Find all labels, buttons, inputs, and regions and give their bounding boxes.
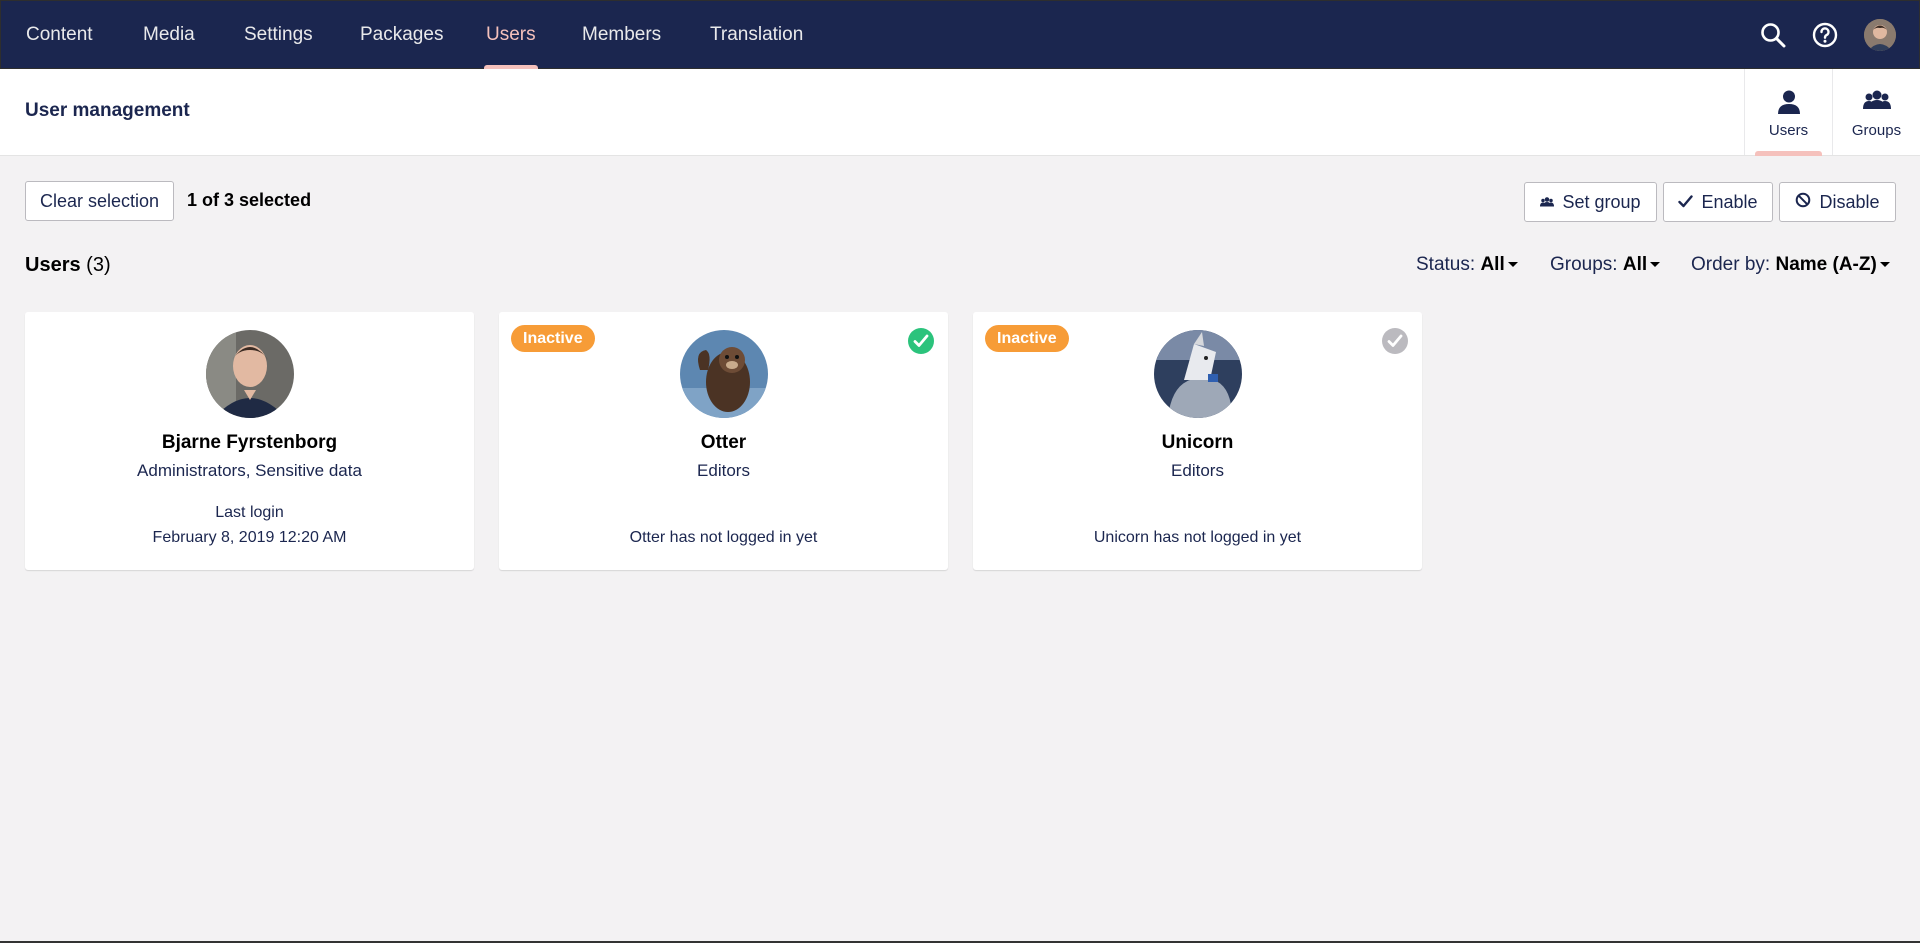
order-by-filter[interactable]: Order by: Name (A-Z) <box>1691 254 1890 276</box>
status-filter-value: All <box>1480 254 1505 275</box>
user-groups: Administrators, Sensitive data <box>137 461 362 480</box>
user-card[interactable]: Inactive Unicorn Editors Unicorn has not… <box>973 312 1422 570</box>
subnav-groups-label: Groups <box>1851 122 1902 139</box>
groups-filter-value: All <box>1622 254 1648 275</box>
user-avatar <box>680 330 768 418</box>
user-icon <box>1745 89 1832 115</box>
disable-button[interactable]: Disable <box>1779 182 1896 222</box>
nav-item-members[interactable]: Members <box>582 1 661 70</box>
user-name: Bjarne Fyrstenborg <box>161 432 338 453</box>
unselected-check-icon[interactable] <box>1382 328 1408 354</box>
page-title: User management <box>25 100 190 121</box>
user-groups: Editors <box>697 461 750 480</box>
set-group-icon <box>1540 192 1555 213</box>
user-avatar <box>206 330 294 418</box>
nav-item-media[interactable]: Media <box>143 1 195 70</box>
user-card[interactable]: Bjarne Fyrstenborg Administrators, Sensi… <box>25 312 474 570</box>
user-name: Otter <box>700 432 747 453</box>
status-filter-label: Status: <box>1416 254 1476 275</box>
users-count: (3) <box>86 254 111 276</box>
groups-icon <box>1833 89 1920 111</box>
inactive-badge: Inactive <box>511 325 595 352</box>
groups-filter-label: Groups: <box>1550 254 1618 275</box>
last-login-value: Unicorn has not logged in yet <box>1093 529 1302 546</box>
top-navigation: Content Media Settings Packages Users Me… <box>0 0 1920 70</box>
enable-label: Enable <box>1701 191 1758 212</box>
user-groups: Editors <box>1171 461 1224 480</box>
last-login-value: Otter has not logged in yet <box>629 529 818 546</box>
selection-count: 1 of 3 selected <box>187 190 312 210</box>
inactive-badge: Inactive <box>985 325 1069 352</box>
subnav-users[interactable]: Users <box>1744 69 1832 156</box>
last-login-label: Last login <box>215 504 284 521</box>
help-icon[interactable] <box>1809 19 1841 51</box>
set-group-label: Set group <box>1562 191 1641 212</box>
subnav-users-label: Users <box>1768 122 1809 139</box>
search-icon[interactable] <box>1757 19 1789 51</box>
block-icon <box>1795 192 1811 213</box>
order-by-value: Name (A-Z) <box>1775 254 1877 275</box>
user-avatar <box>1154 330 1242 418</box>
status-filter[interactable]: Status: All <box>1416 254 1518 276</box>
subnav-groups[interactable]: Groups <box>1832 69 1920 155</box>
caret-down-icon <box>1879 262 1890 268</box>
set-group-button[interactable]: Set group <box>1524 182 1657 222</box>
nav-item-users[interactable]: Users <box>484 1 538 70</box>
last-login-value: February 8, 2019 12:20 AM <box>152 529 347 546</box>
clear-selection-label: Clear selection <box>39 190 160 211</box>
nav-item-translation[interactable]: Translation <box>710 1 803 70</box>
groups-filter[interactable]: Groups: All <box>1550 254 1661 276</box>
checkmark-icon <box>1678 192 1694 213</box>
users-heading-label: Users <box>25 254 81 276</box>
disable-label: Disable <box>1819 191 1880 212</box>
nav-item-content[interactable]: Content <box>26 1 93 70</box>
page-header: User management Users Groups <box>0 69 1920 156</box>
nav-item-settings[interactable]: Settings <box>244 1 313 70</box>
enable-button[interactable]: Enable <box>1663 182 1773 222</box>
user-name: Unicorn <box>1161 432 1234 453</box>
user-avatar[interactable] <box>1864 19 1896 51</box>
caret-down-icon <box>1507 262 1518 268</box>
order-by-label: Order by: <box>1691 254 1771 275</box>
user-card[interactable]: Inactive Otter Editors Otter has not log… <box>499 312 948 570</box>
nav-item-packages[interactable]: Packages <box>360 1 443 70</box>
selected-check-icon[interactable] <box>908 328 934 354</box>
users-heading: Users (3) <box>25 254 111 277</box>
caret-down-icon <box>1650 262 1661 268</box>
clear-selection-button[interactable]: Clear selection <box>25 181 174 221</box>
